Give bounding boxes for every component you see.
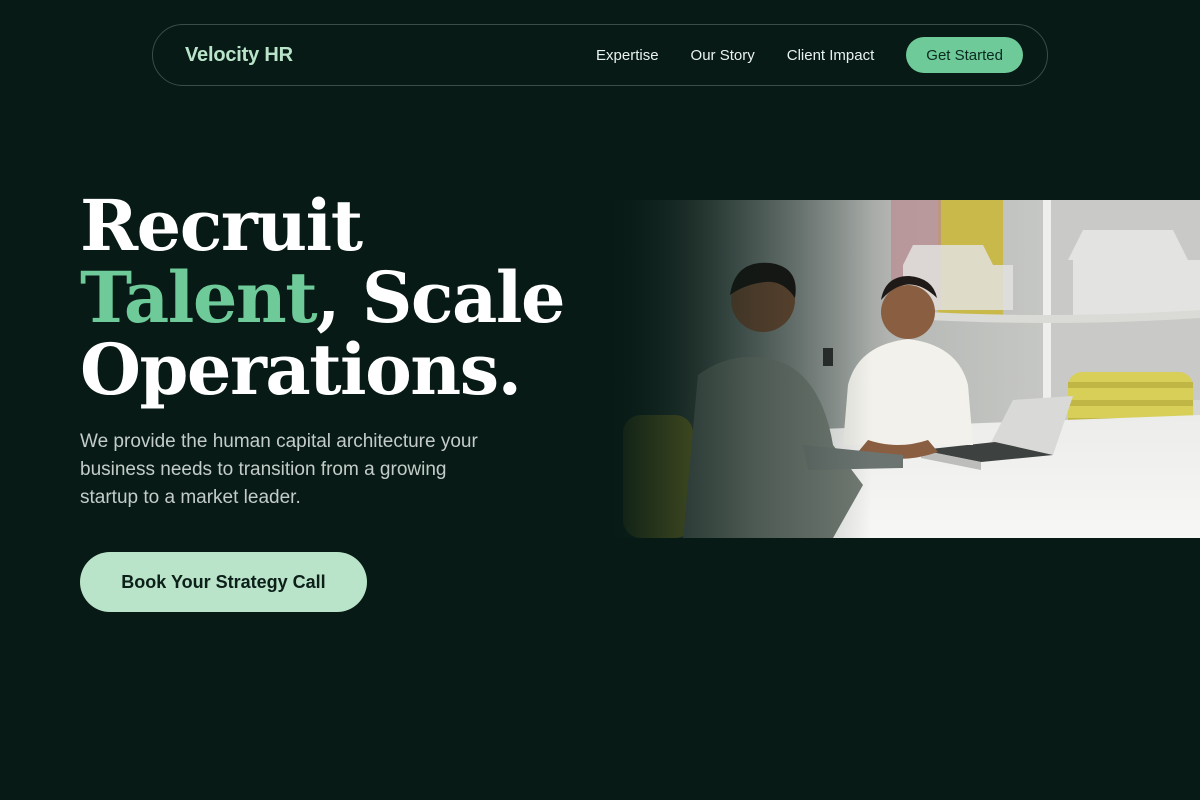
headline-line-2: , Scale <box>316 256 565 339</box>
headline-line-3: Operations. <box>80 328 522 411</box>
book-strategy-call-button[interactable]: Book Your Strategy Call <box>80 552 367 612</box>
hero-photo <box>603 200 1200 538</box>
top-navigation: Velocity HR Expertise Our Story Client I… <box>152 24 1048 86</box>
nav-link-expertise[interactable]: Expertise <box>596 47 659 64</box>
get-started-button[interactable]: Get Started <box>906 37 1023 73</box>
nav-link-client-impact[interactable]: Client Impact <box>787 47 875 64</box>
headline-accent: Talent <box>80 256 318 339</box>
hero-subtext: We provide the human capital architectur… <box>80 431 478 508</box>
brand-logo[interactable]: Velocity HR <box>185 44 293 67</box>
meeting-photo-illustration <box>603 200 1200 538</box>
hero-headline: Recruit Talent, Scale Operations. <box>80 190 566 406</box>
nav-links: Expertise Our Story Client Impact Get St… <box>596 37 1023 73</box>
nav-link-our-story[interactable]: Our Story <box>691 47 755 64</box>
headline-line-1: Recruit <box>80 184 363 267</box>
